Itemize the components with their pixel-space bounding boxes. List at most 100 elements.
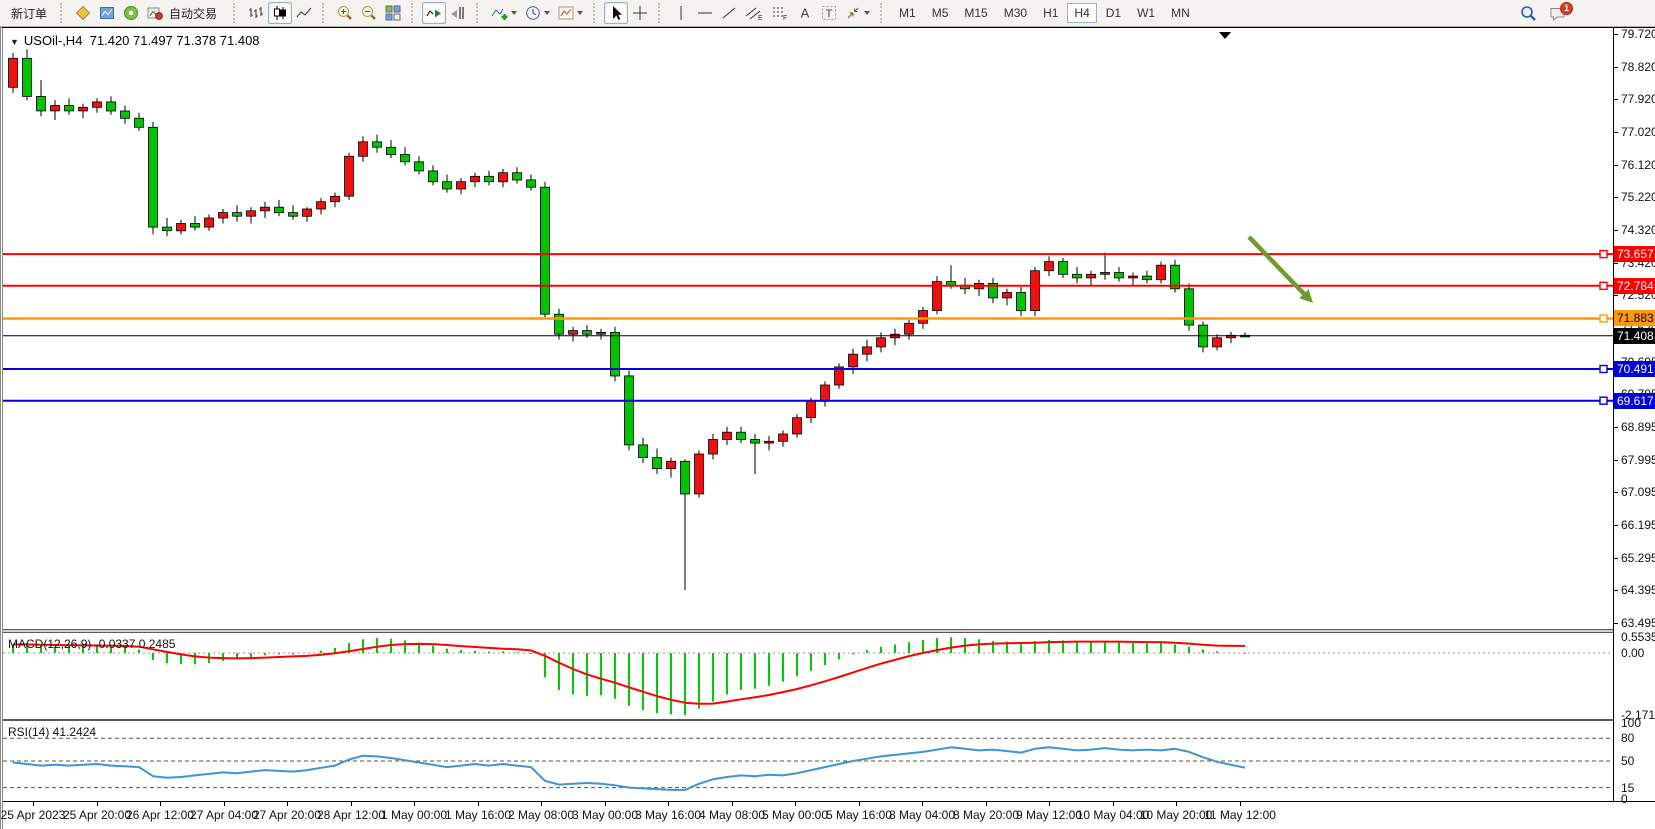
time-tick-mark [668,802,669,806]
chart-title-dropdown-icon[interactable]: ▼ [10,37,19,47]
timeframe-button-m5[interactable]: M5 [925,3,956,23]
time-tick-mark [1240,802,1241,806]
notifications-icon[interactable]: 1 [1545,3,1571,25]
macd-label: MACD(12,26,9) -0.0337 0.2485 [8,637,175,651]
zoom-out-icon[interactable] [357,2,381,24]
timeframe-button-d1[interactable]: D1 [1099,3,1128,23]
timeframe-button-h1[interactable]: H1 [1036,3,1065,23]
time-tick-mark [541,802,542,806]
auto-scroll-icon[interactable] [422,2,446,24]
toolbar-separator [880,3,887,23]
time-tick-mark [160,802,161,806]
time-tick-mark [732,802,733,806]
price-tick-mark [1614,99,1618,100]
price-tick-mark [1614,34,1618,35]
rsi-tick-label: 0 [1621,792,1628,806]
new-order-button[interactable]: 新订单 [4,2,54,24]
candlestick-chart-icon[interactable] [268,2,292,24]
zoom-in-icon[interactable] [333,2,357,24]
price-tick-label: 67.995 [1621,453,1655,467]
svg-text:T: T [826,8,833,20]
macd-pane[interactable]: MACD(12,26,9) -0.0337 0.2485 [3,633,1613,719]
time-tick-label: 11 May 12:00 [1204,808,1276,822]
fibonacci-tool[interactable]: F [767,2,793,24]
price-tick-label: 64.395 [1621,583,1655,597]
add-indicator-button[interactable] [487,2,521,24]
crosshair-tool[interactable] [628,2,652,24]
time-tick-mark [1176,802,1177,806]
timeframe-button-w1[interactable]: W1 [1130,3,1162,23]
horizontal-line-tool[interactable] [693,2,717,24]
price-line-label: 70.491 [1614,361,1655,377]
vertical-line-tool[interactable] [669,2,693,24]
trendline-tool[interactable] [717,2,741,24]
time-tick-label: 3 May 16:00 [635,808,701,822]
price-axis[interactable]: 79.72078.82077.92077.02076.12075.22074.3… [1613,28,1655,801]
text-label-tool[interactable]: T [817,2,841,24]
price-chart-pane[interactable]: ▼ USOil-,H4 71.420 71.497 71.378 71.408 [3,28,1613,629]
time-axis[interactable]: 25 Apr 202325 Apr 20:0026 Apr 12:0027 Ap… [3,801,1655,829]
periods-button[interactable] [521,2,554,24]
timeframe-button-h4[interactable]: H4 [1067,3,1096,23]
rsi-chart[interactable] [3,721,1613,801]
toolbar-separator [658,3,665,23]
price-line-label: 73.657 [1614,246,1655,262]
timeframe-button-m30[interactable]: M30 [997,3,1034,23]
price-tick-mark [1614,197,1618,198]
price-tick-mark [1614,263,1618,264]
time-tick-mark [1113,802,1114,806]
svg-text:E: E [758,15,763,21]
tile-windows-icon[interactable] [381,2,405,24]
text-tool[interactable]: A [793,2,817,24]
navigator-icon[interactable] [119,2,143,24]
price-tick-label: 74.320 [1621,223,1655,237]
chevron-down-icon [577,11,583,15]
mt4-window: 新订单 自动交易 [0,0,1655,829]
time-tick-mark [859,802,860,806]
toolbar-separator [593,3,600,23]
time-tick-mark [414,802,415,806]
notification-badge: 1 [1560,2,1573,15]
time-tick-label: 10 May 20:00 [1140,808,1213,822]
autotrading-button[interactable]: 自动交易 [143,2,227,24]
macd-chart[interactable] [3,633,1613,719]
price-tick-mark [1614,132,1618,133]
time-tick-label: 4 May 08:00 [699,808,765,822]
metaeditor-icon[interactable] [71,2,95,24]
chart-shift-icon[interactable] [446,2,470,24]
templates-button[interactable] [554,2,587,24]
time-tick-label: 27 Apr 04:00 [190,808,258,822]
price-tick-mark [1614,427,1618,428]
chart-title-text: USOil-,H4 71.420 71.497 71.378 71.408 [24,33,260,48]
time-tick-mark [351,802,352,806]
price-line-label: 72.784 [1614,278,1655,294]
toolbar-separator [60,3,67,23]
data-window-icon[interactable] [95,2,119,24]
price-tick-mark [1614,492,1618,493]
time-tick-label: 9 May 12:00 [1016,808,1082,822]
rsi-tick-label: 50 [1621,754,1634,768]
price-tick-label: 63.495 [1621,616,1655,630]
line-chart-icon[interactable] [292,2,316,24]
candlestick-chart[interactable] [3,28,1613,629]
time-tick-label: 8 May 20:00 [953,808,1019,822]
macd-tick-label: 0.00 [1621,646,1644,660]
price-tick-label: 75.220 [1621,190,1655,204]
search-icon[interactable] [1516,3,1541,25]
bar-chart-icon[interactable] [244,2,268,24]
time-tick-label: 25 Apr 2023 [1,808,66,822]
cursor-tool[interactable] [604,2,628,24]
time-tick-mark [478,802,479,806]
price-tick-label: 76.120 [1621,158,1655,172]
timeframe-button-m15[interactable]: M15 [957,3,994,23]
time-tick-mark [1049,802,1050,806]
timeframe-button-m1[interactable]: M1 [892,3,923,23]
rsi-pane[interactable]: RSI(14) 41.2424 [3,721,1613,801]
time-tick-label: 1 May 00:00 [381,808,447,822]
timeframe-button-mn[interactable]: MN [1164,3,1197,23]
timeframe-toolbar: M1M5M15M30H1H4D1W1MN [891,3,1198,23]
equidistant-channel-tool[interactable]: E [741,2,767,24]
time-tick-label: 27 Apr 20:00 [253,808,321,822]
price-tick-mark [1614,460,1618,461]
arrows-tool[interactable] [841,2,874,24]
